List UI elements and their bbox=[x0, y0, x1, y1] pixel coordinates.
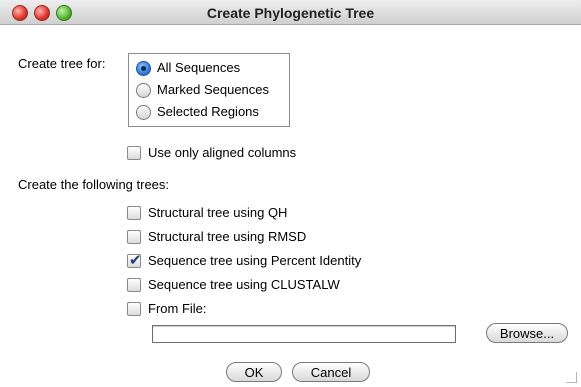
use-aligned-label[interactable]: Use only aligned columns bbox=[148, 145, 296, 160]
use-aligned-checkbox[interactable] bbox=[127, 146, 141, 160]
tree-for-radio-group: All Sequences Marked Sequences Selected … bbox=[128, 53, 290, 127]
tree-from-file-checkbox[interactable] bbox=[127, 302, 141, 316]
tree-percent-identity-checkbox[interactable]: ✔ bbox=[127, 252, 142, 269]
dialog-content: Create tree for: All Sequences Marked Se… bbox=[0, 25, 581, 387]
radio-selected-regions-label[interactable]: Selected Regions bbox=[157, 104, 259, 119]
tree-rmsd-checkbox[interactable] bbox=[127, 230, 141, 244]
tree-clustalw-checkbox[interactable] bbox=[127, 278, 141, 292]
tree-from-file-label[interactable]: From File: bbox=[148, 301, 207, 316]
window-title: Create Phylogenetic Tree bbox=[206, 5, 375, 21]
trees-heading: Create the following trees: bbox=[18, 177, 170, 192]
radio-marked-sequences-label[interactable]: Marked Sequences bbox=[157, 82, 269, 97]
radio-all-sequences[interactable] bbox=[136, 61, 151, 76]
tree-qh-checkbox[interactable] bbox=[127, 206, 141, 220]
radio-marked-sequences[interactable] bbox=[136, 83, 151, 98]
create-tree-for-label: Create tree for: bbox=[18, 56, 106, 71]
radio-all-sequences-label[interactable]: All Sequences bbox=[157, 60, 240, 75]
radio-selected-regions[interactable] bbox=[136, 105, 151, 120]
tree-percent-identity-label[interactable]: Sequence tree using Percent Identity bbox=[148, 253, 361, 268]
title-bar: Create Phylogenetic Tree bbox=[0, 0, 581, 25]
file-path-input[interactable] bbox=[152, 325, 456, 343]
checkmark-icon: ✔ bbox=[129, 252, 142, 269]
dialog-window: Create Phylogenetic Tree Create tree for… bbox=[0, 0, 581, 387]
tree-clustalw-label[interactable]: Sequence tree using CLUSTALW bbox=[148, 277, 340, 292]
cancel-button[interactable]: Cancel bbox=[292, 362, 370, 382]
tree-qh-label[interactable]: Structural tree using QH bbox=[148, 205, 287, 220]
resize-grip-icon[interactable] bbox=[566, 372, 577, 383]
browse-button[interactable]: Browse... bbox=[486, 323, 568, 343]
tree-rmsd-label[interactable]: Structural tree using RMSD bbox=[148, 229, 306, 244]
ok-button[interactable]: OK bbox=[226, 362, 282, 382]
